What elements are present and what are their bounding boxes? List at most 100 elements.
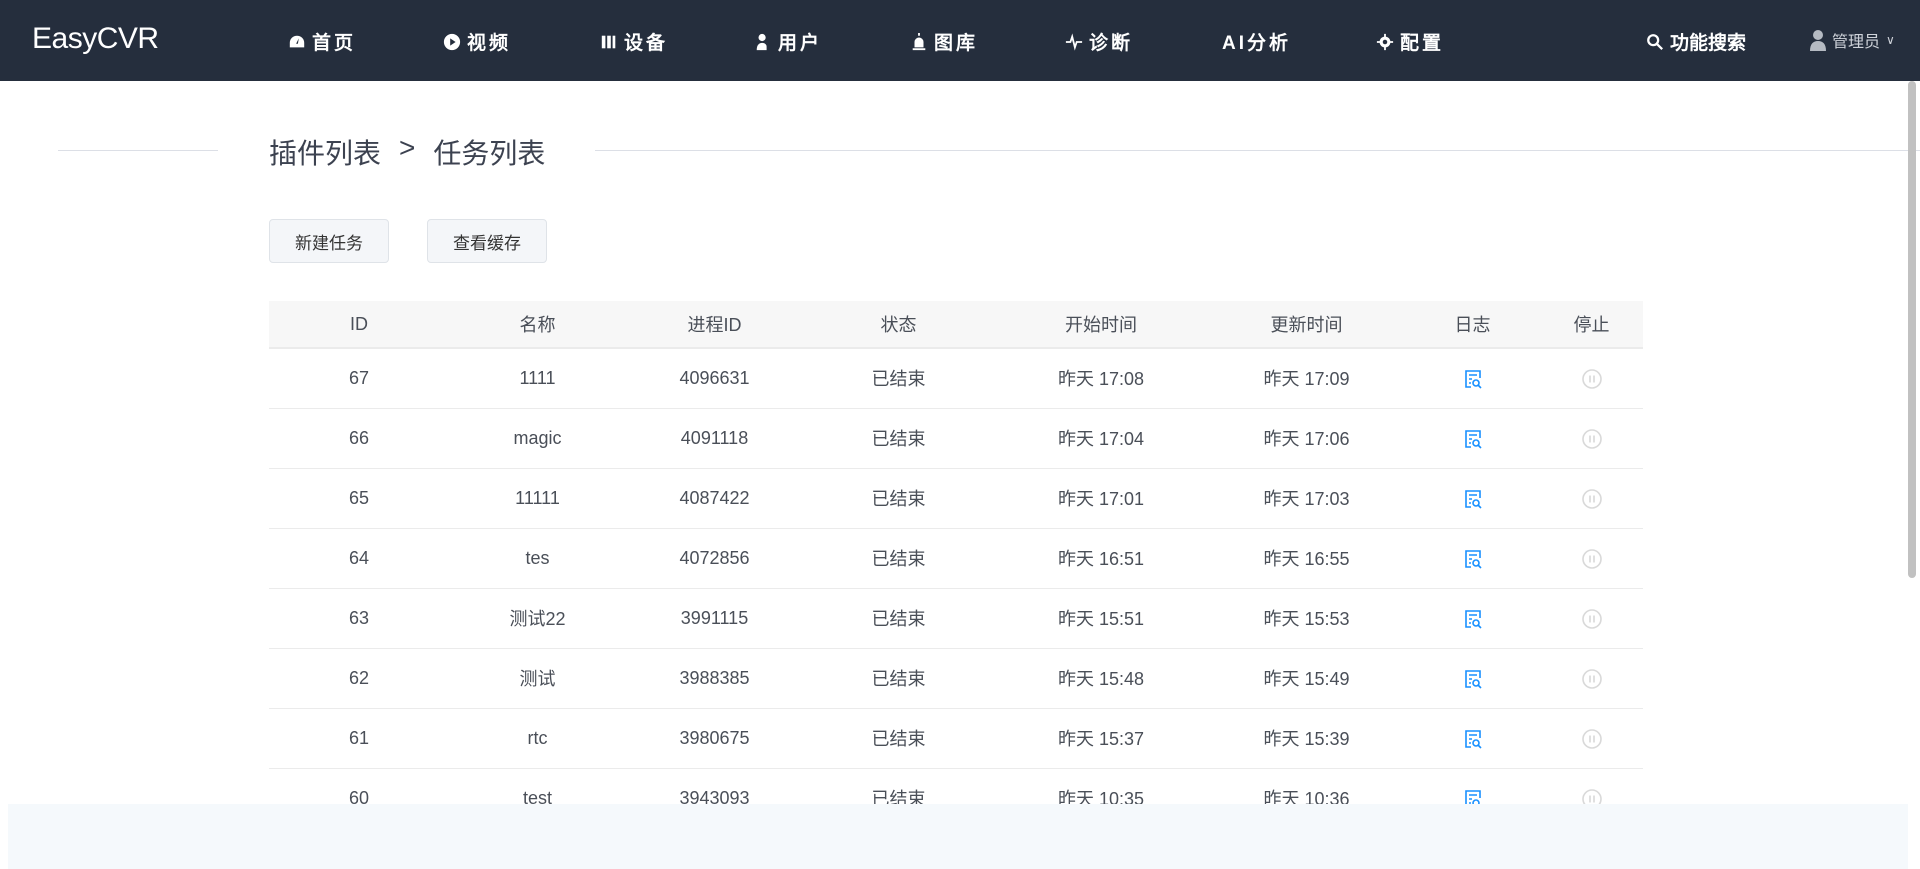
nav-label: 视频 bbox=[467, 33, 512, 54]
avatar-icon bbox=[1810, 30, 1826, 51]
table-row: 64 tes 4072856 已结束 昨天 16:51 昨天 16:55 bbox=[269, 528, 1643, 589]
log-view-icon[interactable] bbox=[1463, 489, 1483, 509]
pause-stop-icon[interactable] bbox=[1581, 668, 1602, 689]
cell-status: 已结束 bbox=[803, 468, 994, 529]
log-view-icon[interactable] bbox=[1463, 369, 1483, 389]
breadcrumb-plugin-list[interactable]: 插件列表 bbox=[269, 132, 381, 172]
nav-config[interactable]: 配置 bbox=[1376, 28, 1444, 55]
cell-update-time: 昨天 17:06 bbox=[1208, 408, 1405, 469]
table-row: 62 测试 3988385 已结束 昨天 15:48 昨天 15:49 bbox=[269, 648, 1643, 709]
nav-label: 首页 bbox=[312, 33, 357, 54]
pause-stop-icon[interactable] bbox=[1581, 728, 1602, 749]
cell-update-time: 昨天 15:49 bbox=[1208, 648, 1405, 709]
table-header: ID 名称 进程ID 状态 开始时间 更新时间 日志 停止 bbox=[269, 301, 1643, 349]
pause-stop-icon[interactable] bbox=[1581, 369, 1602, 389]
cell-start-time: 昨天 15:51 bbox=[994, 588, 1208, 649]
scrollbar[interactable] bbox=[1908, 81, 1916, 578]
pause-stop-icon[interactable] bbox=[1581, 548, 1602, 569]
table-row: 65 11111 4087422 已结束 昨天 17:01 昨天 17:03 bbox=[269, 468, 1643, 529]
column-header: 更新时间 bbox=[1208, 301, 1405, 349]
cell-name: rtc bbox=[449, 708, 626, 769]
breadcrumb: 插件列表 > 任务列表 bbox=[269, 132, 545, 172]
cell-stop bbox=[1540, 468, 1643, 529]
gear-icon bbox=[1376, 33, 1394, 50]
nav-label: 配置 bbox=[1400, 33, 1445, 54]
cell-start-time: 昨天 17:01 bbox=[994, 468, 1208, 529]
pause-stop-icon[interactable] bbox=[1581, 428, 1602, 449]
device-icon bbox=[601, 35, 616, 48]
cell-log bbox=[1405, 468, 1540, 529]
new-task-button[interactable]: 新建任务 bbox=[269, 219, 389, 263]
cell-id: 61 bbox=[269, 708, 449, 769]
search-label: 功能搜索 bbox=[1670, 33, 1747, 54]
cell-status: 已结束 bbox=[803, 348, 994, 409]
cell-stop bbox=[1540, 588, 1643, 649]
divider bbox=[595, 150, 1920, 151]
logo[interactable]: EasyCVR bbox=[32, 22, 159, 56]
feature-search[interactable]: 功能搜索 bbox=[1646, 28, 1746, 55]
column-header: 名称 bbox=[449, 301, 626, 349]
cell-pid: 3991115 bbox=[626, 588, 803, 649]
cell-log bbox=[1405, 648, 1540, 709]
pause-stop-icon[interactable] bbox=[1581, 488, 1602, 509]
log-view-icon[interactable] bbox=[1463, 729, 1483, 749]
cell-status: 已结束 bbox=[803, 708, 994, 769]
column-header: ID bbox=[269, 301, 449, 349]
cell-update-time: 昨天 17:09 bbox=[1208, 348, 1405, 409]
cell-start-time: 昨天 15:37 bbox=[994, 708, 1208, 769]
cell-name: magic bbox=[449, 408, 626, 469]
dashboard-icon bbox=[289, 35, 305, 47]
cell-id: 66 bbox=[269, 408, 449, 469]
cell-stop bbox=[1540, 348, 1643, 409]
nav-video[interactable]: 视频 bbox=[443, 28, 511, 55]
table-row: 66 magic 4091118 已结束 昨天 17:04 昨天 17:06 bbox=[269, 408, 1643, 469]
search-icon bbox=[1647, 33, 1663, 50]
cell-id: 62 bbox=[269, 648, 449, 709]
log-view-icon[interactable] bbox=[1463, 669, 1483, 689]
nav-label: 诊断 bbox=[1089, 33, 1134, 54]
cell-update-time: 昨天 15:39 bbox=[1208, 708, 1405, 769]
user-menu[interactable]: 管理员 ∨ bbox=[1810, 28, 1895, 52]
log-view-icon[interactable] bbox=[1463, 549, 1483, 569]
view-cache-button[interactable]: 查看缓存 bbox=[427, 219, 547, 263]
cell-start-time: 昨天 16:51 bbox=[994, 528, 1208, 589]
nav-gallery[interactable]: 图库 bbox=[910, 28, 978, 55]
nav-home[interactable]: 首页 bbox=[288, 28, 356, 55]
cell-log bbox=[1405, 708, 1540, 769]
username: 管理员 bbox=[1832, 34, 1881, 51]
column-header: 停止 bbox=[1540, 301, 1643, 349]
cell-stop bbox=[1540, 528, 1643, 589]
nav-diagnose[interactable]: 诊断 bbox=[1065, 28, 1133, 55]
cell-name: 测试 bbox=[449, 648, 626, 709]
nav-label: 图库 bbox=[934, 33, 979, 54]
column-header: 进程ID bbox=[626, 301, 803, 349]
cell-status: 已结束 bbox=[803, 648, 994, 709]
divider bbox=[58, 150, 218, 151]
cell-name: 1111 bbox=[449, 348, 626, 409]
alarm-icon bbox=[912, 32, 926, 50]
column-header: 日志 bbox=[1405, 301, 1540, 349]
cell-stop bbox=[1540, 408, 1643, 469]
nav-ai-analysis[interactable]: AI分析 bbox=[1222, 28, 1291, 55]
cell-id: 63 bbox=[269, 588, 449, 649]
cell-update-time: 昨天 16:55 bbox=[1208, 528, 1405, 589]
pause-stop-icon[interactable] bbox=[1581, 608, 1602, 629]
cell-log bbox=[1405, 588, 1540, 649]
cell-pid: 4072856 bbox=[626, 528, 803, 589]
cell-stop bbox=[1540, 648, 1643, 709]
nav-device[interactable]: 设备 bbox=[600, 28, 668, 55]
log-view-icon[interactable] bbox=[1463, 609, 1483, 629]
log-view-icon[interactable] bbox=[1463, 429, 1483, 449]
nav-user[interactable]: 用户 bbox=[754, 28, 822, 55]
top-navbar: EasyCVR 首页 视频 设备 用户 图库 诊断 AI分析 配置 功能搜索 管… bbox=[0, 0, 1920, 81]
cell-update-time: 昨天 17:03 bbox=[1208, 468, 1405, 529]
table-row: 67 1111 4096631 已结束 昨天 17:08 昨天 17:09 bbox=[269, 348, 1643, 409]
cell-start-time: 昨天 15:48 bbox=[994, 648, 1208, 709]
cell-name: tes bbox=[449, 528, 626, 589]
cell-status: 已结束 bbox=[803, 588, 994, 649]
cell-id: 64 bbox=[269, 528, 449, 589]
breadcrumb-separator: > bbox=[399, 132, 416, 163]
cell-id: 65 bbox=[269, 468, 449, 529]
footer-bar bbox=[8, 804, 1908, 869]
cell-name: 11111 bbox=[449, 468, 626, 529]
